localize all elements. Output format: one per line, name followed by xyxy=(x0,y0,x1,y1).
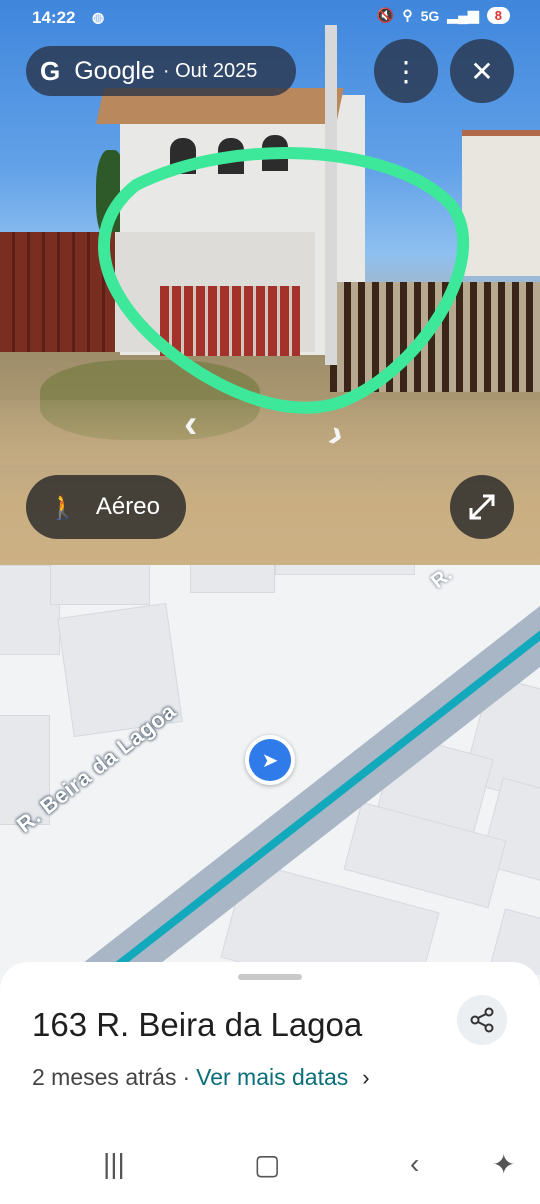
signal-5g-icon: 5G xyxy=(420,7,440,24)
screen: ‹ › 14:22 ◍ 🔇 ⚲ 5G ▂▄▆ 8 G Google · Out … xyxy=(0,0,540,1204)
mute-icon: 🔇 xyxy=(376,7,395,23)
status-bar: 14:22 ◍ 🔇 ⚲ 5G ▂▄▆ 8 xyxy=(0,0,540,38)
map-building xyxy=(190,565,275,593)
signal-bars-icon: ▂▄▆ xyxy=(447,7,479,23)
separator-dot: · xyxy=(182,1064,191,1090)
map-building xyxy=(275,565,415,575)
aerial-view-label: Aéreo xyxy=(95,493,160,520)
imagery-meta: 2 meses atrás · Ver mais datas › xyxy=(32,1064,370,1091)
expand-button[interactable] xyxy=(450,475,514,539)
navigate-left-arrow-icon[interactable]: ‹ xyxy=(184,402,197,447)
aerial-view-button[interactable]: 🚶 Aéreo xyxy=(26,475,186,539)
person-icon: 🚶 xyxy=(48,493,78,521)
imagery-age: 2 meses atrás xyxy=(32,1064,177,1090)
map-building xyxy=(50,565,150,605)
chevron-right-icon[interactable]: › xyxy=(362,1065,369,1091)
expand-icon xyxy=(469,494,495,520)
drag-handle[interactable] xyxy=(238,974,302,980)
current-location-marker[interactable]: ➤ xyxy=(245,735,295,785)
address-title: 163 R. Beira da Lagoa xyxy=(32,1006,363,1043)
close-icon: ✕ xyxy=(470,55,494,87)
more-dates-link[interactable]: Ver mais datas xyxy=(196,1064,348,1091)
highlight-circle-annotation xyxy=(98,147,469,414)
close-button[interactable]: ✕ xyxy=(450,39,514,103)
imagery-date: · Out 2025 xyxy=(162,59,258,82)
share-icon xyxy=(470,1007,494,1033)
google-g-icon: G xyxy=(40,55,61,86)
imagery-info-pill[interactable]: G Google · Out 2025 xyxy=(26,46,296,96)
navigation-arrow-icon: ➤ xyxy=(249,739,291,781)
map-view[interactable]: R. Beira da Lagoa R. ➤ xyxy=(0,565,540,975)
location-icon: ⚲ xyxy=(402,7,413,23)
status-time: 14:22 xyxy=(32,8,76,27)
accessibility-icon[interactable]: ✦ xyxy=(492,1148,515,1181)
street-name-label-partial: R. xyxy=(427,565,457,593)
recent-apps-icon[interactable]: ||| xyxy=(103,1148,125,1180)
more-vert-icon: ⋮ xyxy=(392,55,420,87)
battery-indicator: 8 xyxy=(486,7,510,24)
home-icon[interactable]: ▢ xyxy=(254,1148,280,1181)
share-button[interactable] xyxy=(457,995,507,1045)
notification-icon: ◍ xyxy=(92,9,105,25)
back-icon[interactable]: ‹ xyxy=(410,1148,419,1180)
status-icons: 🔇 ⚲ 5G ▂▄▆ 8 xyxy=(377,7,510,24)
google-brand: Google xyxy=(74,56,155,85)
more-options-button[interactable]: ⋮ xyxy=(374,39,438,103)
system-nav-bar: ||| ▢ ‹ ✦ xyxy=(0,1140,540,1204)
